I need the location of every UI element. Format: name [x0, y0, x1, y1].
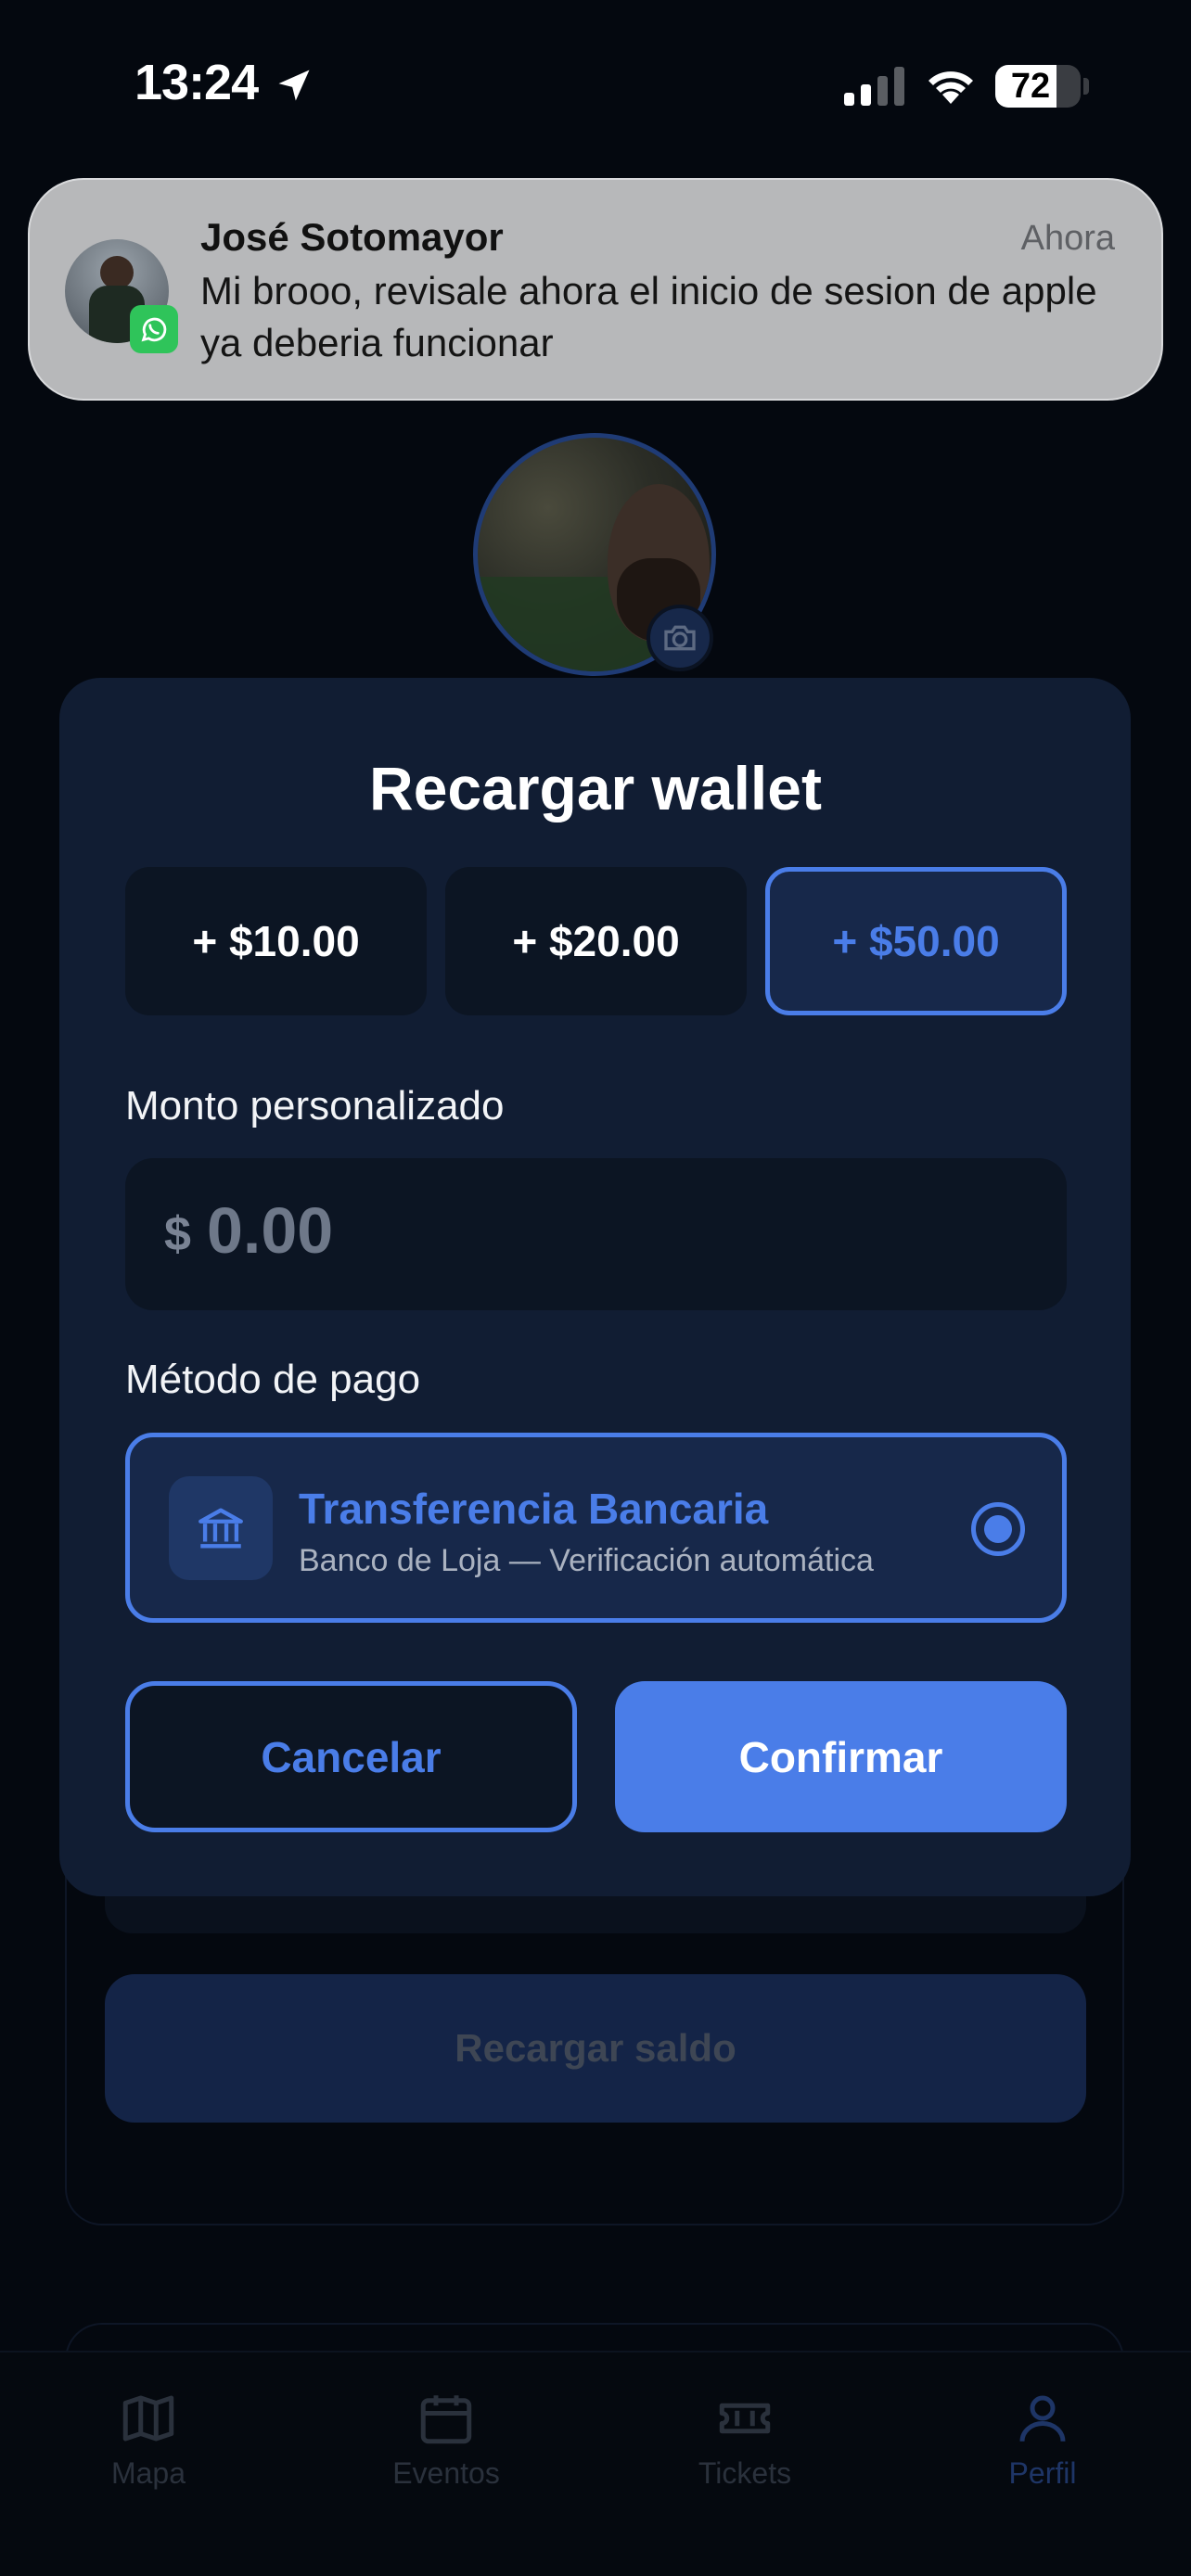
currency-symbol: $	[164, 1207, 191, 1261]
wifi-icon	[928, 71, 973, 104]
amount-option-10[interactable]: + $10.00	[125, 867, 427, 1015]
payment-method-option[interactable]: Transferencia Bancaria Banco de Loja — V…	[125, 1433, 1067, 1623]
custom-amount-field[interactable]: $	[125, 1158, 1067, 1310]
camera-icon	[664, 625, 696, 651]
cellular-signal-icon	[844, 67, 904, 106]
screen: 13:24 72 Recargar saldo Mapa Eventos Tic…	[0, 0, 1191, 2576]
tab-label: Tickets	[698, 2456, 792, 2490]
amount-option-50[interactable]: + $50.00	[765, 867, 1067, 1015]
custom-amount-label: Monto personalizado	[125, 1083, 505, 1129]
tab-label: Perfil	[1008, 2456, 1077, 2490]
custom-amount-input[interactable]	[207, 1193, 949, 1268]
tab-label: Mapa	[110, 2456, 186, 2490]
radio-selected-dot	[984, 1515, 1012, 1543]
calendar-icon	[420, 2395, 472, 2444]
confirm-button[interactable]: Confirmar	[615, 1681, 1067, 1832]
cancel-button[interactable]: Cancelar	[125, 1681, 577, 1832]
notification-banner[interactable]: José Sotomayor Ahora Mi brooo, revisale …	[28, 178, 1163, 401]
battery-percent: 72	[1010, 67, 1051, 106]
notification-sender: José Sotomayor	[200, 215, 504, 259]
modal-title: Recargar wallet	[369, 754, 822, 823]
payment-method-subtitle: Banco de Loja — Verificación automática	[299, 1543, 874, 1578]
payment-method-radio[interactable]	[971, 1502, 1025, 1556]
status-time: 13:24	[134, 55, 259, 110]
whatsapp-icon	[130, 305, 178, 353]
tab-perfil[interactable]: Perfil	[950, 2388, 1135, 2499]
bank-icon	[169, 1476, 273, 1580]
location-arrow-icon	[278, 70, 310, 101]
avatar-person-head	[100, 256, 134, 289]
change-photo-camera-button[interactable]	[647, 605, 713, 671]
status-bar: 13:24 72	[0, 0, 1191, 176]
payment-method-label: Método de pago	[125, 1357, 421, 1402]
person-icon	[1019, 2395, 1066, 2442]
tab-eventos[interactable]: Eventos	[353, 2388, 539, 2499]
battery-cap	[1083, 78, 1089, 95]
amount-option-20[interactable]: + $20.00	[445, 867, 747, 1015]
tab-mapa[interactable]: Mapa	[56, 2388, 241, 2499]
battery-indicator: 72	[995, 65, 1081, 108]
notification-message: Mi brooo, revisale ahora el inicio de se…	[200, 269, 1097, 364]
tab-label: Eventos	[392, 2456, 500, 2490]
map-icon	[122, 2395, 174, 2442]
recharge-balance-button[interactable]: Recargar saldo	[105, 1974, 1086, 2123]
notification-time: Ahora	[1020, 219, 1115, 258]
ticket-icon	[719, 2403, 771, 2434]
tab-tickets[interactable]: Tickets	[652, 2388, 838, 2499]
payment-method-title: Transferencia Bancaria	[299, 1485, 769, 1533]
